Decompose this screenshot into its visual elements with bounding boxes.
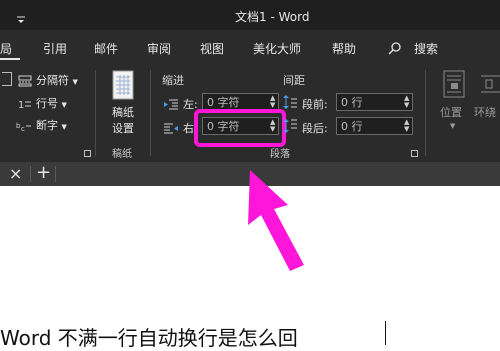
tab-beautify-master[interactable]: 美化大师	[253, 40, 301, 57]
indent-right-field[interactable]: 0 字符	[202, 117, 279, 135]
tab-layout-underline	[0, 58, 20, 60]
chevron-down-icon: ▼	[61, 123, 67, 131]
paragraph-group-label: 段落	[270, 149, 290, 160]
spacing-before-icon	[283, 94, 297, 110]
spacing-after-label: 段后:	[302, 122, 328, 135]
group-separator	[95, 70, 96, 156]
add-tab-button[interactable]: +	[36, 162, 51, 183]
spacing-before-spinner[interactable]: ▲ ▼	[404, 95, 409, 109]
svg-text:c: c	[21, 125, 25, 132]
line-numbers-icon: 1	[18, 95, 32, 111]
indent-right-icon	[163, 120, 179, 134]
tab-layout[interactable]: 局	[0, 40, 12, 57]
spacing-after-value: 0 行	[341, 120, 363, 133]
tab-review[interactable]: 审阅	[147, 40, 171, 57]
manuscript-settings-line1[interactable]: 稿纸	[112, 104, 134, 120]
spacing-before-value: 0 行	[341, 96, 363, 109]
search-icon[interactable]	[388, 40, 402, 55]
chevron-down-icon: ▼	[72, 78, 78, 86]
document-body-text[interactable]: Word 不满一行自动换行是怎么回	[0, 322, 298, 351]
text-cursor	[385, 321, 386, 345]
position-icon[interactable]	[443, 70, 465, 98]
spacing-heading: 间距	[283, 74, 305, 87]
wrap-text-label[interactable]: 环绕	[474, 104, 496, 120]
chevron-down-icon: ▼	[61, 101, 67, 109]
tab-help[interactable]: 帮助	[332, 40, 356, 57]
hyphenation-label: 断字	[36, 119, 58, 132]
left-partial-icon	[2, 72, 12, 86]
indent-heading: 缩进	[162, 74, 184, 87]
manuscript-group-label: 稿纸	[112, 149, 132, 160]
indent-right-value: 0 字符	[207, 120, 240, 133]
manuscript-paper-icon[interactable]	[110, 70, 136, 100]
tab-divider	[30, 166, 31, 182]
line-numbers-button[interactable]: 行号 ▼	[36, 95, 67, 111]
svg-text:1: 1	[18, 100, 24, 110]
indent-left-spinner[interactable]: ▲ ▼	[270, 95, 275, 109]
line-numbers-label: 行号	[36, 97, 58, 110]
spacing-after-icon	[283, 118, 297, 134]
chevron-down-icon: ▼	[450, 122, 456, 130]
indent-left-icon	[163, 96, 179, 110]
spacing-before-field[interactable]: 0 行	[336, 93, 413, 111]
group-separator	[425, 70, 426, 156]
breaks-label: 分隔符	[36, 74, 69, 87]
search-label[interactable]: 搜索	[414, 40, 438, 57]
breaks-button[interactable]: 分隔符 ▼	[36, 72, 78, 88]
wrap-text-icon[interactable]	[480, 72, 500, 96]
hyphenation-button[interactable]: 断字 ▼	[36, 117, 67, 133]
tab-divider	[55, 166, 56, 182]
quick-access-menu-icon[interactable]	[16, 10, 26, 23]
position-label[interactable]: 位置	[440, 104, 462, 120]
manuscript-settings-line2[interactable]: 设置	[112, 120, 134, 136]
page-setup-dialog-launcher[interactable]	[84, 150, 91, 157]
tab-mailings[interactable]: 邮件	[94, 40, 118, 57]
spacing-before-label: 段前:	[302, 98, 328, 111]
indent-right-spinner[interactable]: ▲ ▼	[270, 119, 275, 133]
paragraph-dialog-launcher[interactable]	[411, 150, 418, 157]
tab-view[interactable]: 视图	[200, 40, 224, 57]
breaks-icon	[18, 72, 32, 87]
tab-references[interactable]: 引用	[43, 40, 67, 57]
window-title: 文档1 - Word	[235, 10, 310, 24]
annotation-arrow	[248, 170, 304, 271]
hyphenation-icon: b c	[16, 117, 32, 133]
spacing-after-field[interactable]: 0 行	[336, 117, 413, 135]
group-separator	[150, 70, 151, 156]
close-tab-button[interactable]: ×	[9, 164, 22, 183]
indent-left-value: 0 字符	[207, 96, 240, 109]
indent-right-label: 右	[183, 122, 194, 135]
spacing-after-spinner[interactable]: ▲ ▼	[404, 119, 409, 133]
